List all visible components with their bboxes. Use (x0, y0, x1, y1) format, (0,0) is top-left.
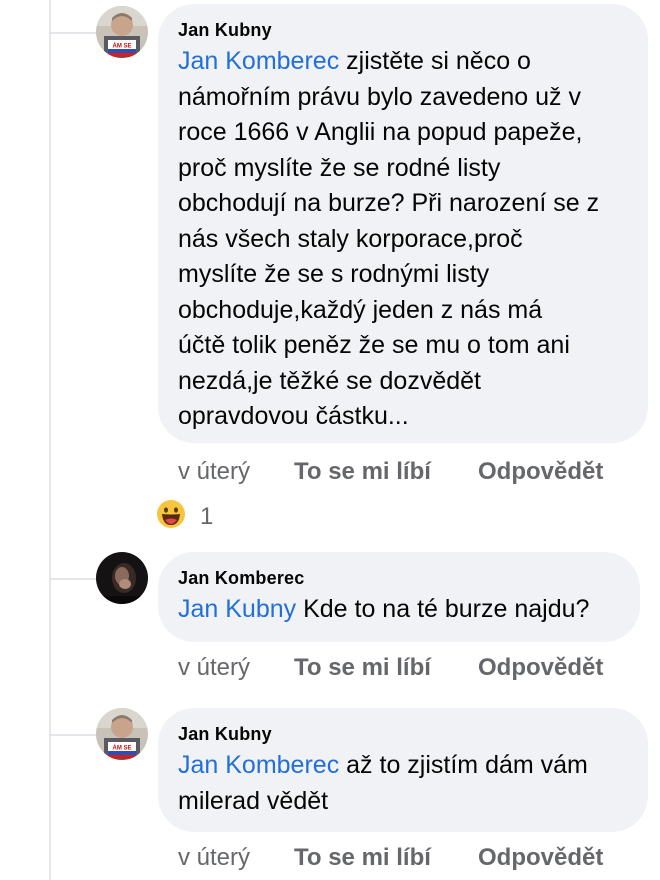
reply-button[interactable]: Odpovědět (478, 654, 603, 682)
comment-timestamp[interactable]: v úterý (178, 654, 294, 682)
avatar[interactable]: ÁM SE (96, 6, 148, 58)
comment-author[interactable]: Jan Kubny (178, 722, 626, 746)
mention-link[interactable]: Jan Komberec (178, 751, 339, 779)
comment-actions: v úterý To se mi líbí Odpovědět (178, 842, 603, 874)
reply-button[interactable]: Odpovědět (478, 458, 603, 486)
thread-line (49, 0, 51, 880)
like-button[interactable]: To se mi líbí (294, 654, 478, 682)
like-button[interactable]: To se mi líbí (294, 844, 478, 872)
reply-button[interactable]: Odpovědět (478, 844, 603, 872)
svg-text:ÁM SE: ÁM SE (112, 43, 131, 50)
comment-bubble: Jan Kubny Jan Komberec až to zjistím dám… (158, 708, 648, 832)
avatar[interactable]: ÁM SE (96, 708, 148, 760)
comment-author[interactable]: Jan Kubny (178, 18, 626, 42)
svg-text:ÁM SE: ÁM SE (112, 745, 131, 752)
comment-bubble: Jan Komberec Jan Kubny Kde to na té burz… (158, 552, 640, 642)
comment-actions: v úterý To se mi líbí Odpovědět (178, 652, 603, 684)
mention-link[interactable]: Jan Komberec (178, 47, 339, 75)
comment-text: Jan Komberec až to zjistím dám vám miler… (178, 751, 588, 815)
mention-link[interactable]: Jan Kubny (178, 595, 296, 623)
thread-branch (49, 578, 97, 580)
comment-thread: ÁM SE Jan Kubny Jan Komberec zjistěte si… (0, 0, 660, 880)
comment-author[interactable]: Jan Komberec (178, 566, 618, 590)
haha-emoji-icon (156, 499, 186, 536)
comment-text: Jan Komberec zjistěte si něco o námořním… (178, 47, 600, 430)
comment-actions: v úterý To se mi líbí Odpovědět (178, 456, 603, 488)
comment-text: Jan Kubny Kde to na té burze najdu? (178, 595, 590, 623)
thread-branch (49, 32, 97, 34)
avatar[interactable] (96, 552, 148, 604)
comment-timestamp[interactable]: v úterý (178, 458, 294, 486)
thread-branch (49, 734, 97, 736)
reaction-count: 1 (200, 503, 214, 530)
comment-timestamp[interactable]: v úterý (178, 844, 294, 872)
like-button[interactable]: To se mi líbí (294, 458, 478, 486)
reaction-summary[interactable]: 1 (156, 499, 214, 536)
comment-bubble: Jan Kubny Jan Komberec zjistěte si něco … (158, 4, 648, 443)
